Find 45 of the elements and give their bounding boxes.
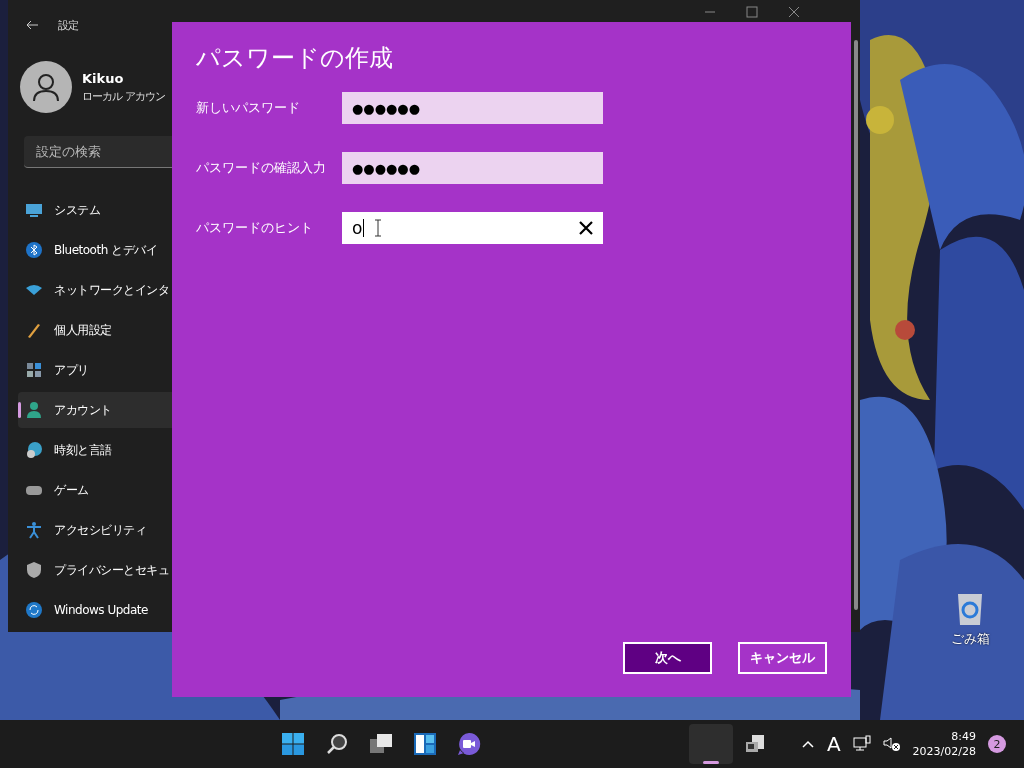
nav-item[interactable]: ネットワークとインタ <box>18 272 324 308</box>
clock-globe-icon <box>24 440 44 460</box>
task-view-icon <box>369 732 393 756</box>
account-type: ローカル アカウン <box>82 88 166 104</box>
video-chat-icon <box>457 732 481 756</box>
desktop-icon-label[interactable]: ごみ箱 <box>950 630 990 648</box>
field-label: パスワードの確認入力 <box>196 159 327 177</box>
update-icon <box>24 600 44 620</box>
field-label: 新しいパスワード <box>196 99 301 117</box>
shield-icon <box>24 560 44 580</box>
input-field[interactable]: ●●●●●● <box>342 152 603 184</box>
text-cursor-icon <box>374 219 383 237</box>
search-icon <box>325 732 349 756</box>
nav-item[interactable]: アクセシビリティ <box>18 512 324 548</box>
widgets-icon <box>413 732 437 756</box>
windows-logo-icon <box>281 732 305 756</box>
accessibility-icon <box>24 520 44 540</box>
maximize-icon <box>746 6 758 18</box>
close-icon <box>579 221 593 235</box>
notification-badge[interactable]: 2 <box>988 735 1006 753</box>
next-button[interactable]: 次へ <box>623 642 712 674</box>
volume-muted-icon <box>882 735 901 753</box>
clock-date[interactable]: 2023/02/28 <box>912 745 976 758</box>
bluetooth-icon <box>24 240 44 260</box>
field-label: パスワードのヒント <box>196 219 314 237</box>
dialog-title: パスワードの作成 <box>196 43 394 74</box>
input-field[interactable]: o <box>342 212 603 244</box>
computer-icon <box>744 733 766 755</box>
clock-time[interactable]: 8:49 <box>951 730 976 743</box>
nav-item[interactable]: ゲーム <box>18 472 324 508</box>
input-indicator[interactable]: A <box>826 732 841 756</box>
nav-item[interactable]: 時刻と言語 <box>18 432 324 468</box>
nav-item[interactable]: アプリ <box>18 352 324 388</box>
cancel-button[interactable]: キャンセル <box>738 642 827 674</box>
person-icon <box>30 71 62 103</box>
apps-icon <box>24 360 44 380</box>
user-name: Kikuo <box>82 70 125 86</box>
input-field[interactable]: ●●●●●● <box>342 92 603 124</box>
taskbar-app-button[interactable] <box>689 724 733 764</box>
window-title: 設定 <box>58 17 79 33</box>
recycle-bin-icon <box>955 592 985 626</box>
close-icon <box>788 6 800 18</box>
nav-item[interactable]: 個人用設定 <box>18 312 324 348</box>
person-icon <box>24 400 44 420</box>
network-icon <box>852 735 871 753</box>
